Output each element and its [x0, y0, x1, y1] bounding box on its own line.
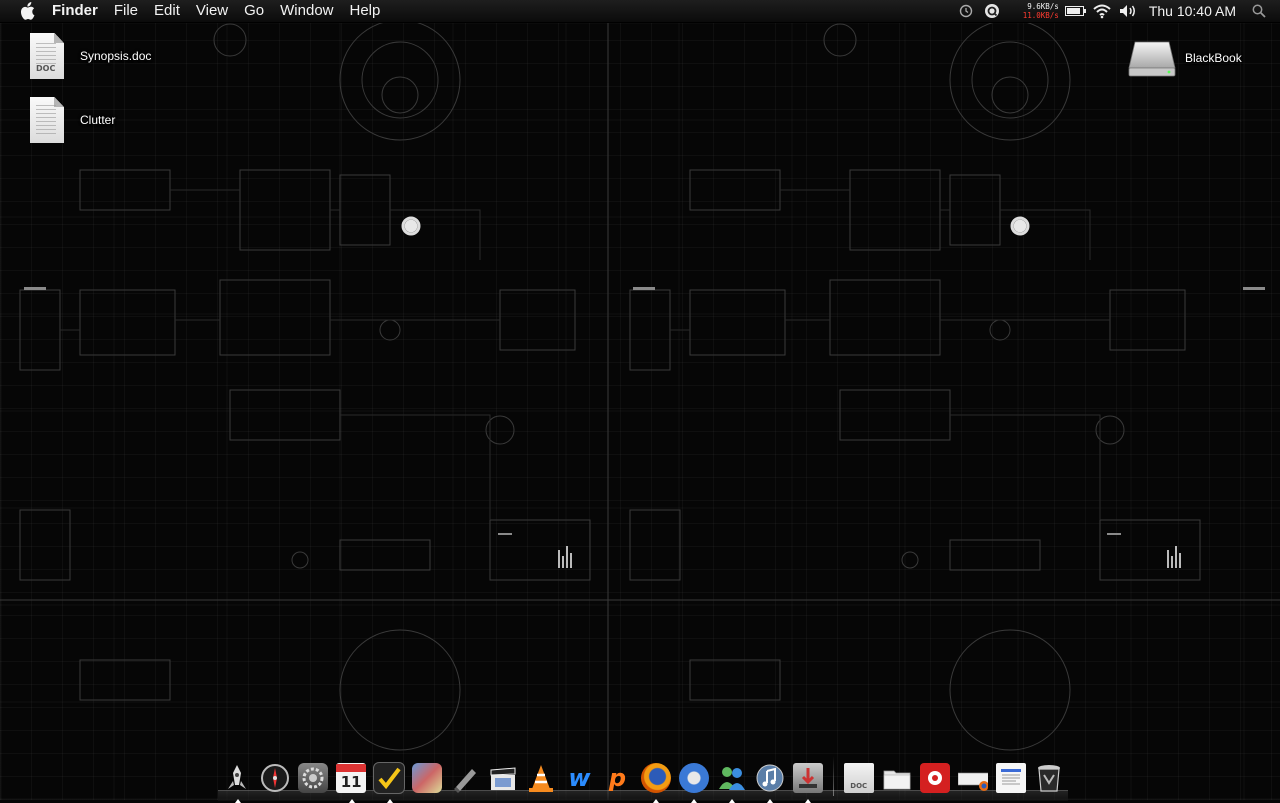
network-upload-rate: 9.6KB/s	[1027, 2, 1059, 11]
itunes-icon	[755, 763, 785, 793]
dock-stack-document-window[interactable]	[994, 760, 1027, 796]
dock-app-itunes[interactable]	[753, 760, 786, 803]
firefox-icon	[640, 763, 671, 793]
doc-file-icon: DOC	[30, 33, 64, 79]
red-app-icon	[919, 763, 950, 793]
desktop-background	[0, 0, 1280, 800]
dock-app-iphoto[interactable]	[411, 760, 444, 796]
dock-app-vlc[interactable]	[525, 760, 558, 796]
network-download-rate: 11.0KB/s	[1022, 11, 1059, 20]
dock-app-safari[interactable]	[259, 760, 292, 796]
calendar-date: 11	[340, 773, 362, 791]
menu-extras: 9.6KB/s 11.0KB/s Thu 10:40 AM	[953, 0, 1280, 22]
rocket-icon	[222, 763, 252, 793]
menu-window[interactable]: Window	[272, 0, 341, 22]
apple-menu-icon[interactable]	[16, 0, 38, 22]
text-file-icon	[30, 97, 64, 143]
menu-app-name[interactable]: Finder	[44, 0, 106, 22]
dock-app-installer[interactable]	[791, 760, 824, 803]
todo-checkmark-icon	[373, 762, 406, 794]
network-monitor[interactable]: 9.6KB/s 11.0KB/s	[1015, 0, 1059, 22]
system-preferences-icon	[298, 763, 329, 793]
calendar-icon: 11	[336, 763, 367, 793]
menu-file[interactable]: File	[106, 0, 146, 22]
dock-app-script-editor[interactable]	[449, 760, 482, 796]
dock-app-firefox[interactable]	[639, 760, 672, 803]
volume-icon[interactable]	[1115, 0, 1141, 22]
dock: 11 w p DOC	[218, 750, 1068, 803]
hard-drive-icon	[1128, 41, 1176, 77]
doc-stack-icon: DOC	[843, 763, 874, 793]
menu-view[interactable]: View	[188, 0, 236, 22]
dock-separator	[832, 756, 834, 796]
dock-trash[interactable]	[1032, 760, 1065, 796]
word-icon: w	[568, 764, 591, 792]
battery-icon[interactable]	[1063, 0, 1089, 22]
time-machine-icon[interactable]	[953, 0, 979, 22]
script-editor-icon	[450, 763, 480, 793]
trash-icon	[1034, 763, 1064, 793]
dock-app-todo[interactable]	[373, 760, 406, 803]
wallpaper-circuit-pattern	[0, 0, 1280, 800]
powerpoint-icon: p	[608, 764, 627, 792]
thunderbird-icon	[678, 763, 709, 793]
dock-app-clapboard[interactable]	[487, 760, 520, 796]
desktop-icon-label: Synopsis.doc	[80, 49, 152, 63]
dock-stack-folder[interactable]	[880, 760, 913, 796]
dock-stack-documents[interactable]: DOC	[842, 760, 875, 796]
dock-stack-window-firefox[interactable]	[956, 760, 989, 796]
menu-go[interactable]: Go	[236, 0, 272, 22]
dock-app-word[interactable]: w	[563, 760, 596, 796]
menu-bar: Finder File Edit View Go Window Help 9.6…	[0, 0, 1280, 23]
desktop-icon-label: BlackBook	[1185, 51, 1242, 65]
messenger-icon	[717, 763, 747, 793]
clapboard-icon	[488, 763, 518, 793]
spotlight-search-icon[interactable]	[1246, 0, 1272, 22]
folder-stack-icon	[882, 763, 912, 793]
dock-app-system-preferences[interactable]	[297, 760, 330, 796]
window-firefox-stack-icon	[957, 763, 988, 793]
installer-icon	[792, 763, 823, 793]
quicksilver-icon[interactable]	[979, 0, 1005, 22]
dock-items: 11 w p DOC	[218, 750, 1068, 803]
menu-help[interactable]: Help	[342, 0, 389, 22]
desktop-file-synopsis[interactable]: DOC Synopsis.doc	[30, 33, 151, 79]
vlc-cone-icon	[526, 763, 556, 793]
dock-app-messenger[interactable]	[715, 760, 748, 803]
document-window-stack-icon	[995, 763, 1026, 793]
wifi-icon[interactable]	[1089, 0, 1115, 22]
compass-icon	[260, 763, 290, 793]
menu-edit[interactable]: Edit	[146, 0, 188, 22]
menu-clock[interactable]: Thu 10:40 AM	[1141, 0, 1246, 22]
desktop-icon-label: Clutter	[80, 113, 116, 127]
doc-file-tag: DOC	[36, 64, 56, 73]
desktop-drive-blackbook[interactable]: BlackBook	[1127, 38, 1242, 80]
desktop-file-clutter[interactable]: Clutter	[30, 97, 115, 143]
dock-app-powerpoint[interactable]: p	[601, 760, 634, 796]
dock-app-thunderbird[interactable]	[677, 760, 710, 803]
photo-app-icon	[412, 763, 443, 793]
dock-stack-red-app[interactable]	[918, 760, 951, 796]
dock-app-rocket[interactable]	[221, 760, 254, 803]
dock-app-ical[interactable]: 11	[335, 760, 368, 803]
